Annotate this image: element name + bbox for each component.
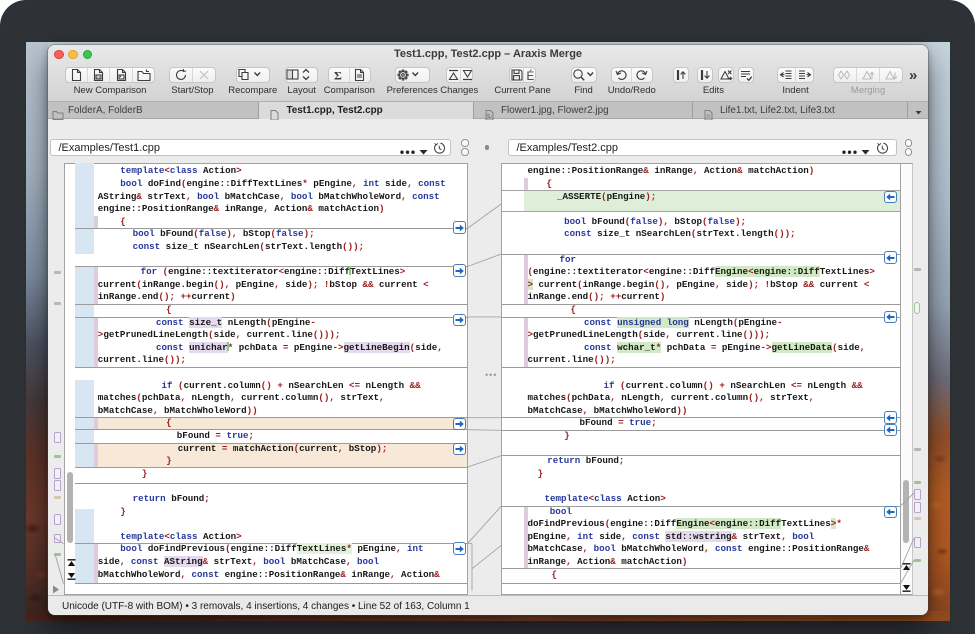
svg-text:01: 01 xyxy=(97,76,101,80)
svg-text:É: É xyxy=(527,70,535,83)
svg-text:Σ: Σ xyxy=(334,68,342,82)
